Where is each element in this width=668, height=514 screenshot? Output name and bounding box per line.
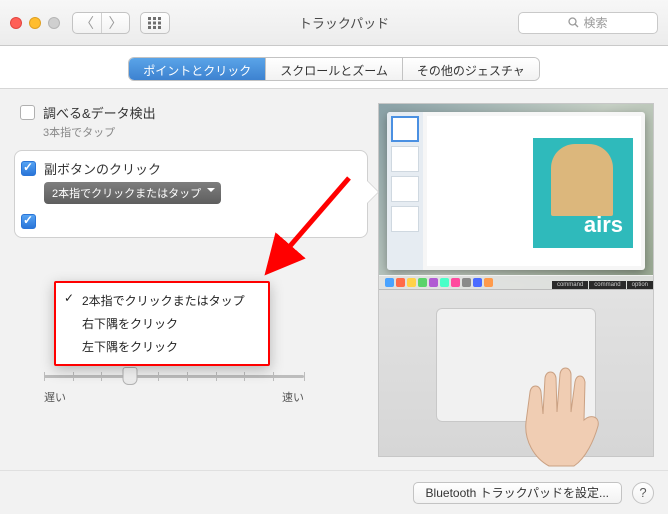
- menu-bottom-right[interactable]: 右下隅をクリック: [56, 312, 268, 335]
- slider-track[interactable]: [44, 367, 304, 387]
- option-secondary-title: 副ボタンのクリック: [44, 159, 357, 178]
- secondary-dropdown[interactable]: 2本指でクリックまたはタップ: [44, 182, 221, 204]
- search-icon: [568, 17, 579, 28]
- close-icon[interactable]: [10, 17, 22, 29]
- forward-button[interactable]: 〉: [101, 13, 129, 33]
- secondary-click-menu: 2本指でクリックまたはタップ 右下隅をクリック 左下隅をクリック: [54, 281, 270, 366]
- preview-app-window: airs: [387, 112, 645, 270]
- footer: Bluetooth トラックパッドを設定... ?: [0, 470, 668, 514]
- tab-segment: ポイントとクリック スクロールとズーム その他のジェスチャ: [129, 58, 539, 80]
- window-title: トラックパッド: [170, 13, 518, 32]
- secondary-dropdown-value: 2本指でクリックまたはタップ: [52, 185, 201, 201]
- window-controls: [10, 17, 60, 29]
- options-panel: 調べる&データ検出 3本指でタップ 副ボタンのクリック 2本指でクリックまたはタ…: [14, 103, 368, 470]
- option-lookup-sub: 3本指でタップ: [43, 124, 156, 140]
- menu-bottom-left[interactable]: 左下隅をクリック: [56, 335, 268, 358]
- tab-row: ポイントとクリック スクロールとズーム その他のジェスチャ: [0, 46, 668, 89]
- nav-segment: 〈 〉: [72, 12, 130, 34]
- hand-icon: [494, 348, 624, 468]
- tab-scroll-zoom[interactable]: スクロールとズーム: [265, 58, 402, 80]
- tab-point-click[interactable]: ポイントとクリック: [129, 58, 265, 80]
- grid-icon: [148, 17, 162, 29]
- help-button[interactable]: ?: [632, 482, 654, 504]
- titlebar: 〈 〉 トラックパッド 検索: [0, 0, 668, 46]
- checkbox-lookup[interactable]: [20, 105, 35, 120]
- maximize-icon: [48, 17, 60, 29]
- search-placeholder: 検索: [583, 14, 607, 31]
- checkbox-third[interactable]: [21, 214, 36, 229]
- gesture-preview: airs command command option: [378, 103, 654, 457]
- key-command-right: command: [589, 281, 625, 289]
- option-secondary-click: 副ボタンのクリック 2本指でクリックまたはタップ: [14, 150, 368, 238]
- checkbox-secondary[interactable]: [21, 161, 36, 176]
- preview-text: airs: [584, 212, 623, 238]
- bluetooth-setup-button[interactable]: Bluetooth トラックパッドを設定...: [413, 482, 622, 504]
- minimize-icon[interactable]: [29, 17, 41, 29]
- main-content: 調べる&データ検出 3本指でタップ 副ボタンのクリック 2本指でクリックまたはタ…: [0, 89, 668, 470]
- preview-trackpad-area: [379, 290, 653, 456]
- key-command-left: command: [552, 281, 588, 289]
- back-button[interactable]: 〈: [73, 13, 101, 33]
- option-lookup: 調べる&データ検出 3本指でタップ: [20, 103, 368, 140]
- menu-two-finger[interactable]: 2本指でクリックまたはタップ: [56, 289, 268, 312]
- show-all-button[interactable]: [140, 12, 170, 34]
- tab-more-gestures[interactable]: その他のジェスチャ: [402, 58, 539, 80]
- option-lookup-title: 調べる&データ検出: [43, 103, 156, 122]
- slider-fast-label: 速い: [282, 389, 304, 405]
- slider-slow-label: 遅い: [44, 389, 66, 405]
- search-input[interactable]: 検索: [518, 12, 658, 34]
- preview-screen: airs command command option: [379, 104, 653, 290]
- slider-knob[interactable]: [122, 367, 137, 385]
- key-option: option: [627, 281, 653, 289]
